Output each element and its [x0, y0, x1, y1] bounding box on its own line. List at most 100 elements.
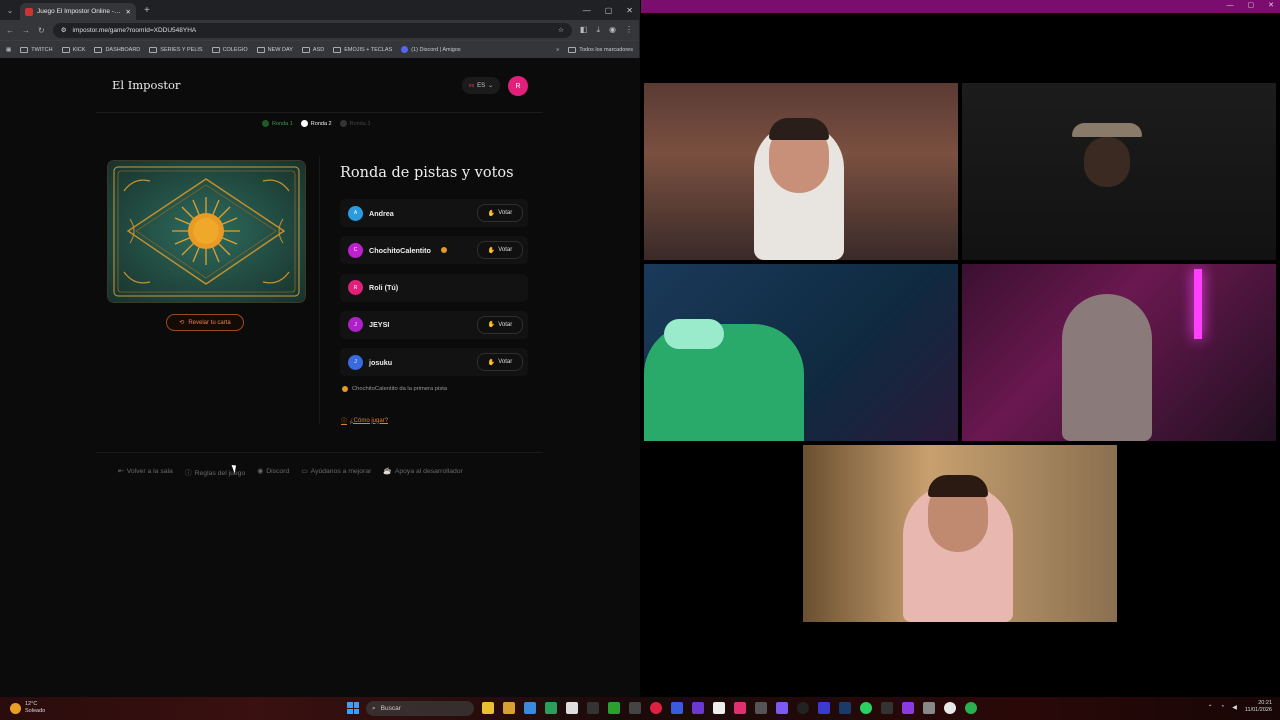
refresh-icon: ⟲ — [179, 320, 185, 326]
vote-button[interactable]: ✋ Votar — [477, 315, 523, 334]
bookmark-item[interactable]: TWITCH — [20, 46, 53, 53]
close-tab-icon[interactable]: ✕ — [126, 8, 131, 16]
folder-icon — [20, 46, 29, 53]
reload-icon[interactable]: ↻ — [38, 26, 45, 35]
spotify-icon[interactable] — [860, 702, 872, 714]
app-icon[interactable] — [923, 702, 935, 714]
chrome-icon[interactable] — [944, 702, 956, 714]
download-icon[interactable]: ⤓ — [596, 25, 600, 35]
bookmark-item[interactable]: (1) Discord | Amigos — [401, 46, 461, 53]
folder-icon — [568, 46, 577, 53]
webcam-tile[interactable] — [962, 264, 1276, 441]
app-icon[interactable] — [608, 702, 620, 714]
bookmark-item[interactable]: COLEGIO — [211, 46, 248, 53]
vscode-icon[interactable] — [524, 702, 536, 714]
forward-icon[interactable]: → — [22, 26, 30, 35]
profile-icon[interactable]: ◉ — [609, 25, 616, 35]
hat — [1072, 123, 1142, 137]
volume-icon[interactable]: ◀ — [1232, 704, 1237, 711]
round-indicator: Ronda 1 Ronda 2 Ronda 3 — [262, 120, 370, 127]
hidden-card[interactable] — [108, 161, 305, 302]
taskbar-search[interactable]: ⌕ Buscar — [366, 701, 474, 716]
folder-icon[interactable] — [503, 702, 515, 714]
bookmark-item[interactable]: ASD — [301, 46, 324, 53]
tiktok-icon[interactable] — [734, 702, 746, 714]
wifi-icon[interactable]: ◔ — [1221, 704, 1225, 710]
folder-icon — [149, 46, 158, 53]
all-bookmarks[interactable]: Todos los marcadores — [568, 46, 633, 53]
discord-icon[interactable] — [776, 702, 788, 714]
close-window-icon[interactable]: ✕ — [626, 6, 633, 15]
vote-button[interactable]: ✋ Votar — [477, 241, 523, 260]
discord-icon — [401, 46, 409, 53]
menu-icon[interactable]: ⋮ — [625, 25, 633, 35]
sun-icon — [10, 702, 21, 714]
chevron-up-icon[interactable]: ⌃ — [1208, 704, 1213, 711]
more-bookmarks-icon[interactable]: » — [556, 47, 559, 53]
how-to-play-link[interactable]: ⓘ ¿Cómo jugar? — [341, 416, 388, 426]
app-icon[interactable] — [818, 702, 830, 714]
feedback-link[interactable]: ▭ Ayúdanos a mejorar — [301, 467, 371, 477]
file-explorer-icon[interactable] — [482, 702, 494, 714]
minimize-icon[interactable]: — — [1227, 0, 1234, 12]
url-text: impostor.me/game?roomId=XDDU548YHA — [72, 26, 197, 34]
back-to-room-link[interactable]: ⇤ Volver a la sala — [118, 467, 173, 477]
discord-link[interactable]: ◉ Discord — [257, 467, 289, 477]
windows-start-icon[interactable] — [347, 702, 359, 714]
app-icon[interactable] — [587, 702, 599, 714]
vote-button[interactable]: ✋ Votar — [477, 204, 523, 222]
webcam-tile[interactable] — [644, 83, 958, 260]
chat-icon: ▭ — [301, 468, 308, 475]
address-bar[interactable]: ⚙ impostor.me/game?roomId=XDDU548YHA ☆ — [52, 22, 572, 38]
twitch-icon[interactable] — [902, 702, 914, 714]
cap — [664, 319, 724, 349]
bookmark-item[interactable]: DASHBOARD — [94, 46, 140, 53]
app-logo[interactable]: El Impostor — [112, 78, 180, 92]
browser-window: ⌄ Juego El Impostor Online - Jug… ✕ + — … — [0, 0, 640, 697]
coffee-icon: ☕ — [383, 468, 392, 475]
webcam-tile[interactable] — [803, 445, 1117, 622]
bookmark-item[interactable]: KICK — [61, 46, 85, 53]
extensions-icon[interactable]: ◧ — [580, 25, 588, 35]
app-icon[interactable] — [566, 702, 578, 714]
taskbar: 12°C Soleado ⌕ Buscar ⌃ ◔ ◀ 20:21 11/01/… — [0, 697, 1280, 720]
app-icon[interactable] — [692, 702, 704, 714]
support-link[interactable]: ☕ Apoya al desarrollador — [383, 467, 462, 477]
player-row-self: R Roli (Tú) — [340, 273, 528, 302]
vote-button[interactable]: ✋ Votar — [477, 353, 523, 372]
app-icon[interactable] — [713, 702, 725, 714]
language-selector[interactable]: es ES ⌄ — [462, 77, 500, 94]
hand-icon: ✋ — [487, 359, 496, 366]
maximize-icon[interactable]: ▢ — [1248, 0, 1255, 12]
steam-icon[interactable] — [839, 702, 851, 714]
bookmark-item[interactable]: SERIES Y PELIS — [149, 46, 203, 53]
app-icon[interactable] — [881, 702, 893, 714]
browser-tab[interactable]: Juego El Impostor Online - Jug… ✕ — [20, 3, 136, 20]
webcam-tile[interactable] — [644, 264, 958, 441]
app-icon[interactable] — [671, 702, 683, 714]
user-avatar[interactable]: R — [508, 76, 528, 96]
app-icon[interactable] — [629, 702, 641, 714]
maximize-icon[interactable]: ▢ — [605, 6, 613, 15]
close-window-icon[interactable]: ✕ — [1268, 0, 1274, 12]
obs-icon[interactable] — [650, 702, 662, 714]
star-icon[interactable]: ☆ — [558, 26, 564, 34]
minimize-icon[interactable]: — — [583, 6, 591, 15]
site-info-icon[interactable]: ⚙ — [61, 26, 67, 34]
system-tray: ⌃ ◔ ◀ 20:21 11/01/2026 — [1208, 700, 1272, 714]
sheets-icon[interactable] — [545, 702, 557, 714]
app-icon[interactable] — [755, 702, 767, 714]
clock[interactable]: 20:21 11/01/2026 — [1245, 700, 1272, 714]
bookmark-item[interactable]: NEW DAY — [256, 46, 293, 53]
apps-icon[interactable]: ▦ — [6, 47, 11, 53]
tab-search-icon[interactable]: ⌄ — [0, 0, 20, 20]
whatsapp-icon[interactable] — [965, 702, 977, 714]
reveal-card-button[interactable]: ⟲ Revelar tu carta — [166, 314, 244, 331]
back-icon[interactable]: ← — [6, 26, 14, 35]
weather-widget[interactable]: 12°C Soleado — [10, 701, 45, 715]
hand-icon: ✋ — [487, 210, 496, 217]
app-icon[interactable] — [797, 702, 809, 714]
webcam-tile[interactable] — [962, 83, 1276, 260]
bookmark-item[interactable]: EMOJIS + TECLAS — [333, 46, 392, 53]
new-tab-button[interactable]: + — [144, 5, 150, 16]
